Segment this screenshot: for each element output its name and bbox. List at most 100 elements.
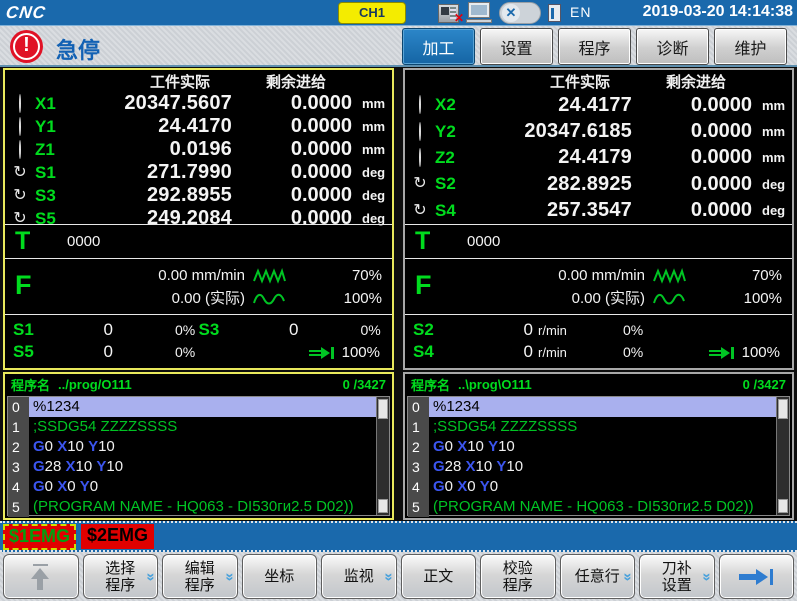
line-text: (PROGRAM NAME - HQ063 - DI530ги2.5 D02)) [29,497,376,517]
axis-remaining-value: 0.0000 [291,115,352,138]
axis-actual-value: 20347.6185 [524,120,640,143]
scrollbar-thumb[interactable] [378,399,388,419]
chevron-down-icon: » [381,572,398,580]
axis-remaining-value: 0.0000 [691,146,752,169]
code-scrollbar[interactable] [776,397,789,515]
channel-1-status-box: 工件实际 剩余进给 X120347.56070.0000mmY124.41700… [3,68,394,370]
code-token: 0 [90,478,98,495]
disconnect-icon[interactable]: ✕ [499,2,541,24]
tool-section: T 0000 [5,224,392,258]
language-indicator[interactable]: EN [570,4,591,20]
machine-offline-icon[interactable]: ✕ [438,4,459,23]
softkey-选择程序[interactable]: 选择程序» [83,554,159,599]
spindle-name: S4 [413,342,449,362]
code-line[interactable]: 1;SSDG54 ZZZZSSSS [8,417,376,437]
code-token: G [433,458,445,475]
feed-programmed: 0.00 mm/min [65,264,245,287]
softkey-正文[interactable]: 正文 [401,554,477,599]
home-quadrant-shape [419,148,421,167]
code-scrollbar[interactable] [376,397,389,515]
code-token: Y [480,478,490,495]
spindle-override-value: 100% [288,290,382,307]
code-token: G [33,478,45,495]
spindle-name: S2 [413,320,449,340]
axis-actual-value: 271.7990 [147,161,240,184]
spindle-cell-S1: S100% [13,320,199,340]
axis-name: Y1 [35,117,81,137]
axis-remaining-value: 0.0000 [691,94,752,117]
softkey-label: 程序 [503,577,533,594]
alert-row: ! 急停 加工设置程序诊断维护 [0,26,797,67]
code-line[interactable]: 2G0 X10 Y10 [408,437,776,457]
code-token: 0 [45,438,58,455]
code-token: ;SSDG54 ZZZZSSSS [433,418,577,435]
axis-remaining-value: 0.0000 [291,92,352,115]
code-line[interactable]: 2G0 X10 Y10 [8,437,376,457]
spindle-section: S100%S300%S500% 100% [5,314,392,366]
machine-home-icon [419,149,421,167]
scrollbar-bottom-button[interactable] [378,499,388,513]
axis-table-header: 工件实际 剩余进给 [405,70,792,92]
tool-label: T [15,227,30,256]
code-token: 10 [67,438,88,455]
code-line[interactable]: 5(PROGRAM NAME - HQ063 - DI530ги2.5 D02)… [408,497,776,517]
code-token: G [433,438,445,455]
line-text: G28 X10 Y10 [429,457,776,477]
offline-x-icon: ✕ [454,11,464,25]
line-text: G0 X10 Y10 [29,437,376,457]
softkey-刀补设置[interactable]: 刀补设置» [639,554,715,599]
axis-table-header: 工件实际 剩余进给 [5,70,392,92]
machine-home-icon [19,141,21,159]
scrollbar-thumb[interactable] [778,399,788,419]
axis-row-Z2: Z224.41790.0000mm [405,145,792,171]
spindle-name: S5 [13,342,49,362]
axis-row-S2: ↻S2282.89250.0000deg [405,171,792,197]
axis-unit: mm [752,150,792,165]
rapid-override-icon [308,345,336,361]
title-bar: CNC CH1 ✕ ✕ EN 2019-03-20 14:14:38 [0,0,797,26]
code-line[interactable]: 4G0 X0 Y0 [408,477,776,497]
code-token: 10 [76,458,97,475]
tab-诊断[interactable]: 诊断 [636,28,709,65]
spindle-row: S20r/min0% [413,319,784,341]
remote-pc-icon[interactable] [466,3,492,23]
code-line[interactable]: 5(PROGRAM NAME - HQ063 - DI530ги2.5 D02)… [8,497,376,517]
softkey-监视[interactable]: 监视» [321,554,397,599]
code-line[interactable]: 3G28 X10 Y10 [408,457,776,477]
softkey-编辑程序[interactable]: 编辑程序» [162,554,238,599]
tab-程序[interactable]: 程序 [558,28,631,65]
tab-维护[interactable]: 维护 [714,28,787,65]
input-method-icon[interactable] [548,4,561,22]
softkey-任意行[interactable]: 任意行» [560,554,636,599]
tab-设置[interactable]: 设置 [480,28,553,65]
scrollbar-bottom-button[interactable] [778,499,788,513]
softkey-next-arrow[interactable] [719,554,795,599]
code-line[interactable]: 3G28 X10 Y10 [8,457,376,477]
softkey-校验程序[interactable]: 校验程序 [480,554,556,599]
rapid-override-icon [708,345,736,361]
machine-home-icon [19,118,21,136]
tab-加工[interactable]: 加工 [402,28,475,65]
line-text: (PROGRAM NAME - HQ063 - DI530ги2.5 D02)) [429,497,776,517]
program-header: 程序名 ../prog/O111 0 /3427 [5,374,392,394]
alarm-badge-1EMG[interactable]: $1EMG [3,524,76,550]
code-token: 10 [467,438,488,455]
code-line[interactable]: 4G0 X0 Y0 [8,477,376,497]
tool-label: T [415,227,430,256]
home-quadrant-shape [19,94,21,113]
code-line[interactable]: 0%1234 [8,397,376,417]
chevron-down-icon: » [619,572,636,580]
softkey-坐标[interactable]: 坐标 [242,554,318,599]
channel-1-panel: 工件实际 剩余进给 X120347.56070.0000mmY124.41700… [3,68,394,520]
feed-actual: 0.00 (实际) [65,287,245,310]
code-token: X [57,478,67,495]
tool-number: 0000 [67,233,100,250]
rotary-axis-icon: ↻ [13,164,26,182]
softkey-up-arrow[interactable] [3,554,79,599]
channel-badge[interactable]: CH1 [338,2,406,24]
code-line[interactable]: 1;SSDG54 ZZZZSSSS [408,417,776,437]
spindle-cell-S2: S20r/min0% [413,320,784,340]
code-token: X [57,438,67,455]
code-line[interactable]: 0%1234 [408,397,776,417]
alarm-badge-2EMG[interactable]: $2EMG [81,524,154,549]
